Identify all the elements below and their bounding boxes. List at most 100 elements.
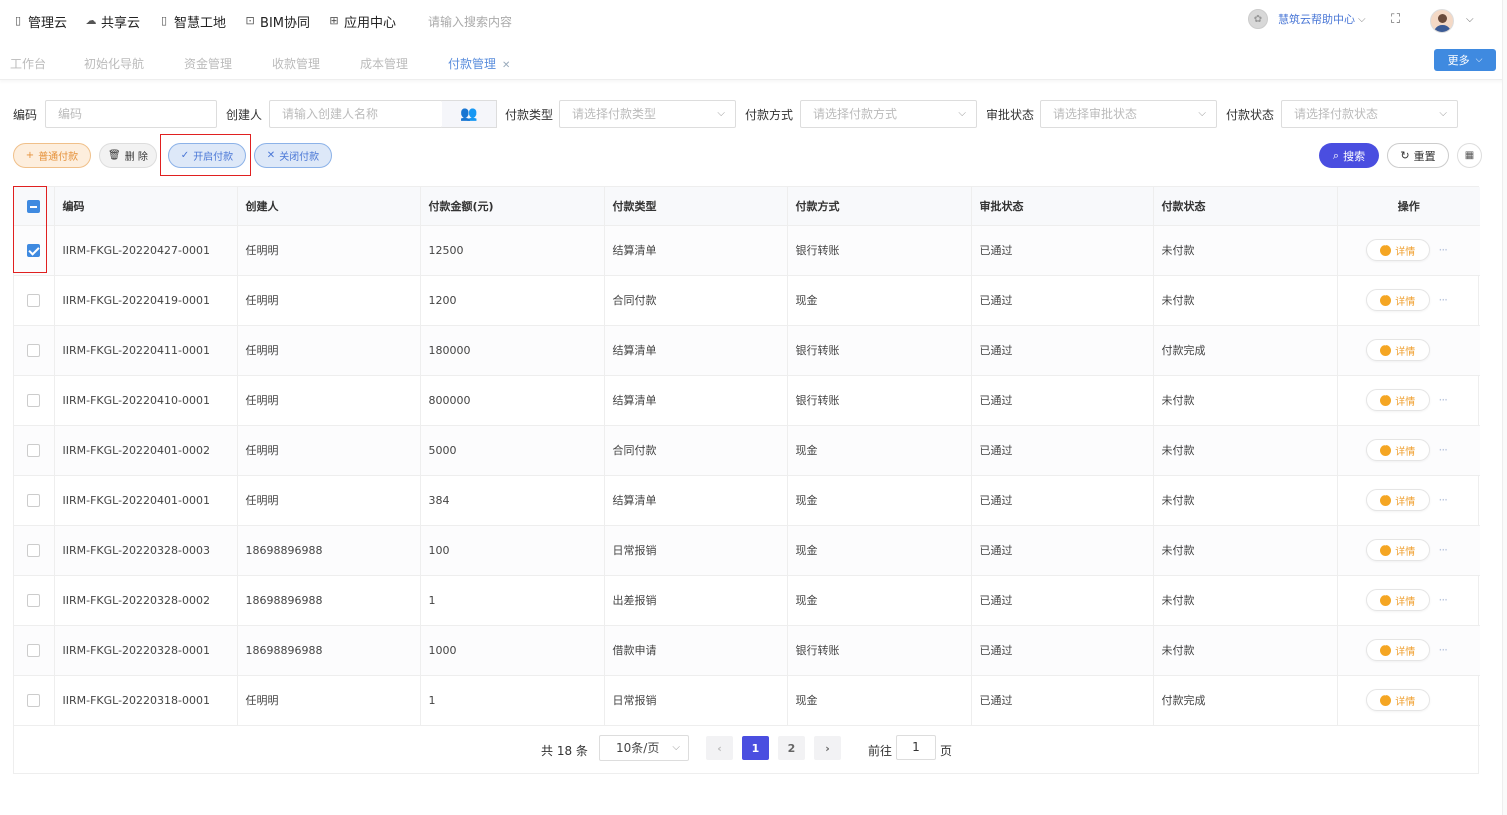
column-header: 创建人 xyxy=(237,187,421,226)
row-select-cell xyxy=(14,675,55,726)
cell-approval: 已通过 xyxy=(971,525,1154,576)
nav-item-share-cloud[interactable]: ☁ 共享云 xyxy=(85,12,141,31)
cell-creator: 18698896988 xyxy=(237,625,421,676)
cell-type: 结算清单 xyxy=(604,225,788,276)
pay-status-select[interactable]: 请选择付款状态 ⌵ xyxy=(1281,100,1458,128)
detail-button[interactable]: 详情 xyxy=(1365,339,1430,361)
cell-type: 结算清单 xyxy=(604,325,788,376)
tab-workbench[interactable]: 工作台 xyxy=(10,55,46,72)
page-scrollbar[interactable] xyxy=(1502,0,1507,815)
cell-creator: 任明明 xyxy=(237,225,421,276)
table-row[interactable]: IIRM-FKGL-20220401-0002 任明明 5000 合同付款 现金 已通过未… xyxy=(14,425,1480,476)
tab-fund-management[interactable]: 资金管理 xyxy=(184,55,232,72)
next-page-button[interactable]: › xyxy=(814,736,841,760)
cell-type: 结算清单 xyxy=(604,475,788,526)
chevron-down-icon[interactable]: ⌵ xyxy=(1466,14,1474,25)
nav-item-management-cloud[interactable]: ▯ 管理云 xyxy=(12,12,67,31)
table-row[interactable]: IIRM-FKGL-20220328-0002 18698896988 1 出差报销现… xyxy=(14,575,1480,626)
prev-page-button[interactable]: ‹ xyxy=(706,736,733,760)
more-button[interactable]: 更多 ⌵ xyxy=(1434,49,1496,71)
square-icon: ▯ xyxy=(161,14,168,27)
row-checkbox[interactable] xyxy=(27,293,41,307)
table-row[interactable]: IIRM-FKGL-20220411-0001 任明明 180000 结算清单 银行转账… xyxy=(14,325,1480,376)
cell-type: 出差报销 xyxy=(604,575,788,626)
row-checkbox[interactable] xyxy=(27,543,41,557)
tab-receipt-management[interactable]: 收款管理 xyxy=(272,55,320,72)
fullscreen-icon[interactable]: ⛶ xyxy=(1391,13,1405,27)
detail-button[interactable]: 详情 xyxy=(1365,289,1430,311)
operation-cell: 详情··· xyxy=(1337,675,1480,726)
cell-approval: 已通过 xyxy=(971,575,1154,626)
approval-select[interactable]: 请选择审批状态 ⌵ xyxy=(1040,100,1217,128)
close-payment-button[interactable]: ✕ 关闭付款 xyxy=(254,143,332,168)
table-row[interactable]: IIRM-FKGL-20220401-0001 任明明 384 结算清单 现金 已通过 未付… xyxy=(14,475,1480,526)
global-search-input[interactable]: 请输入搜索内容 xyxy=(428,13,512,30)
close-icon[interactable]: ✕ xyxy=(502,60,510,71)
pay-type-select[interactable]: 请选择付款类型 ⌵ xyxy=(559,100,736,128)
detail-label: 详情 xyxy=(1395,596,1416,608)
code-input[interactable]: 编码 xyxy=(45,100,217,128)
tab-init-nav[interactable]: 初始化导航 xyxy=(84,55,144,72)
goto-page-input[interactable]: 1 xyxy=(896,735,936,760)
delete-label: 删 除 xyxy=(124,152,148,163)
highlight-box xyxy=(160,134,251,176)
more-actions-icon[interactable]: ··· xyxy=(1434,443,1452,457)
more-actions-icon[interactable]: ··· xyxy=(1434,543,1452,557)
row-checkbox[interactable] xyxy=(27,693,41,707)
tab-cost-management[interactable]: 成本管理 xyxy=(360,55,408,72)
reset-button[interactable]: ↻ 重置 xyxy=(1387,143,1449,168)
detail-button[interactable]: 详情 xyxy=(1365,639,1430,661)
nav-item-app-center[interactable]: ⊞ 应用中心 xyxy=(328,12,396,31)
more-actions-icon[interactable]: ··· xyxy=(1434,393,1452,407)
detail-icon xyxy=(1380,491,1392,506)
detail-button[interactable]: 详情 xyxy=(1365,689,1430,711)
detail-button[interactable]: 详情 xyxy=(1365,589,1430,611)
cell-amount: 5000 xyxy=(420,425,605,476)
normal-payment-button[interactable]: + 普通付款 xyxy=(13,143,91,168)
detail-button[interactable]: 详情 xyxy=(1365,239,1430,261)
search-label: 搜索 xyxy=(1343,149,1366,163)
nav-item-label: BIM协同 xyxy=(260,15,311,31)
cell-code: IIRM-FKGL-20220427-0001 xyxy=(54,225,238,276)
more-actions-icon[interactable]: ··· xyxy=(1434,593,1452,607)
table-row[interactable]: IIRM-FKGL-20220419-0001 任明明 1200 合同付款 现金 已通过未… xyxy=(14,275,1480,326)
user-avatar[interactable] xyxy=(1430,9,1454,33)
nav-item-bim[interactable]: ⊡ BIM协同 xyxy=(244,12,310,31)
column-settings-button[interactable]: ▦ xyxy=(1457,143,1482,168)
table-row[interactable]: IIRM-FKGL-20220318-0001 任明明 1 日常报销 现金 已通过 付款完成… xyxy=(14,675,1480,726)
detail-button[interactable]: 详情 xyxy=(1365,439,1430,461)
select-people-button[interactable]: 👥 xyxy=(442,100,497,128)
row-checkbox[interactable] xyxy=(27,593,41,607)
row-checkbox[interactable] xyxy=(27,493,41,507)
detail-button[interactable]: 详情 xyxy=(1365,489,1430,511)
search-button[interactable]: ⌕ 搜索 xyxy=(1319,143,1379,168)
more-actions-icon[interactable]: ··· xyxy=(1434,493,1452,507)
help-center-menu[interactable]: ✿ 慧筑云帮助中心 ⌵ xyxy=(1248,9,1366,29)
table-row[interactable]: IIRM-FKGL-20220328-0001 18698896988 1000 借款… xyxy=(14,625,1480,676)
row-checkbox[interactable] xyxy=(27,643,41,657)
table-row[interactable]: IIRM-FKGL-20220410-0001 任明明 800000 结算清单 银行转账… xyxy=(14,375,1480,426)
nav-item-smart-site[interactable]: ▯ 智慧工地 xyxy=(158,12,226,31)
table-row[interactable]: IIRM-FKGL-20220328-0003 18698896988 100 日常报… xyxy=(14,525,1480,576)
detail-button[interactable]: 详情 xyxy=(1365,389,1430,411)
more-actions-icon[interactable]: ··· xyxy=(1434,643,1452,657)
page-button-2[interactable]: 2 xyxy=(778,736,805,760)
delete-button[interactable]: 🗑 删 除 xyxy=(99,143,157,168)
page-size-select[interactable]: 10条/页 ⌵ xyxy=(599,735,689,761)
more-actions-icon[interactable]: ··· xyxy=(1434,293,1452,307)
more-actions-icon[interactable]: ··· xyxy=(1434,243,1452,257)
operation-cell: 详情 ··· xyxy=(1337,475,1480,526)
row-checkbox[interactable] xyxy=(27,443,41,457)
detail-button[interactable]: 详情 xyxy=(1365,539,1430,561)
chevron-down-icon: ⌵ xyxy=(672,742,680,753)
page-button-1[interactable]: 1 xyxy=(742,736,769,760)
cell-approval: 已通过 xyxy=(971,375,1154,426)
row-checkbox[interactable] xyxy=(27,343,41,357)
row-checkbox[interactable] xyxy=(27,393,41,407)
detail-label: 详情 xyxy=(1395,346,1416,358)
tab-payment-management[interactable]: 付款管理 ✕ xyxy=(448,55,510,72)
creator-input[interactable]: 请输入创建人名称 xyxy=(269,100,443,128)
table-row[interactable]: IIRM-FKGL-20220427-0001 任明明 12500 结算清单 银行转账已… xyxy=(14,225,1480,276)
cell-status: 付款完成 xyxy=(1153,675,1338,726)
pay-method-select[interactable]: 请选择付款方式 ⌵ xyxy=(800,100,977,128)
